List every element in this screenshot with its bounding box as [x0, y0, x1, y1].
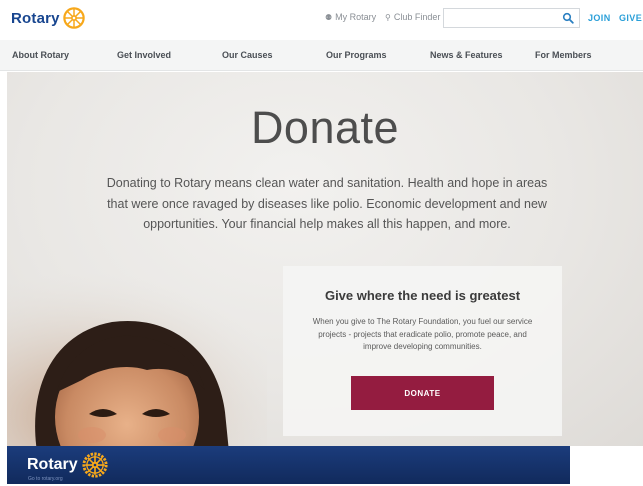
club-finder-label: Club Finder [393, 12, 441, 22]
donate-button[interactable]: DONATE [351, 376, 494, 410]
join-link[interactable]: JOIN [588, 13, 611, 23]
banner-logo[interactable]: Rotary [27, 452, 108, 478]
search-icon[interactable] [562, 12, 574, 24]
nav-item-about-rotary[interactable]: About Rotary [12, 50, 69, 60]
nav-item-our-causes[interactable]: Our Causes [222, 50, 273, 60]
hero-description: Donating to Rotary means clean water and… [106, 176, 548, 231]
rotary-logo[interactable]: Rotary [11, 7, 85, 29]
give-link[interactable]: GIVE [619, 13, 642, 23]
rotary-banner: Rotary Go to rotary.org [7, 446, 570, 484]
rotary-wheel-icon [62, 7, 85, 29]
main-nav: About Rotary Get Involved Our Causes Our… [0, 40, 643, 71]
top-bar: Rotary ⚉ My Rotary ⚲ Club Finder JOIN GI… [0, 0, 643, 38]
nav-item-news-features[interactable]: News & Features [430, 50, 503, 60]
child-photo [7, 272, 267, 446]
logo-text: Rotary [11, 9, 60, 27]
card-title: Give where the need is greatest [324, 288, 521, 303]
donate-hero: Donate Donating to Rotary means clean wa… [7, 72, 643, 446]
banner-logo-text: Rotary [27, 456, 78, 473]
nav-item-for-members[interactable]: For Members [535, 50, 592, 60]
give-card: Give where the need is greatest When you… [283, 266, 562, 436]
my-rotary-label: My Rotary [335, 12, 377, 22]
person-icon: ⚉ [325, 12, 333, 22]
club-finder-link[interactable]: ⚲ Club Finder [385, 12, 440, 22]
card-description: When you give to The Rotary Foundation, … [312, 317, 533, 351]
nav-item-our-programs[interactable]: Our Programs [326, 50, 387, 60]
rotary-wheel-icon [82, 452, 108, 478]
search-input[interactable] [444, 10, 556, 28]
location-pin-icon: ⚲ [385, 12, 391, 22]
nav-item-get-involved[interactable]: Get Involved [117, 50, 171, 60]
search-box [443, 8, 580, 28]
banner-caption[interactable]: Go to rotary.org [28, 476, 63, 482]
page-title: Donate [250, 102, 400, 153]
my-rotary-link[interactable]: ⚉ My Rotary [325, 12, 376, 22]
